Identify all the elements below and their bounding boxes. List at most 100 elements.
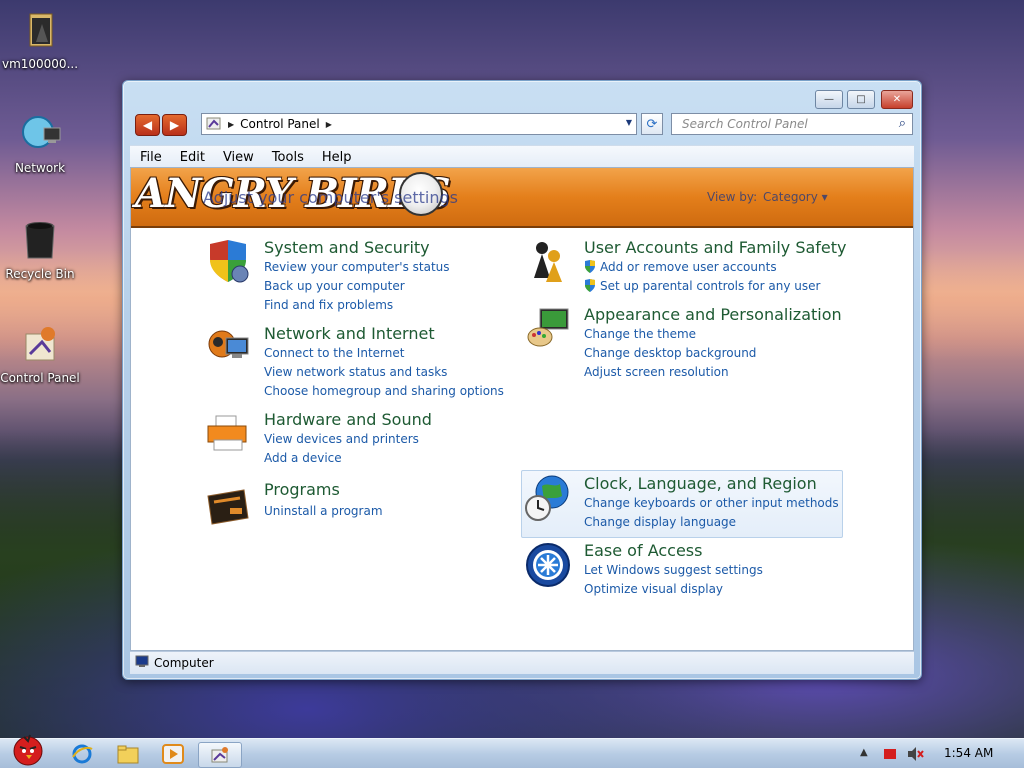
status-text: Computer bbox=[154, 656, 214, 670]
breadcrumb-arrow-icon[interactable]: ▶ bbox=[326, 120, 332, 129]
menu-view[interactable]: View bbox=[213, 150, 262, 165]
task-link[interactable]: Change display language bbox=[584, 515, 736, 529]
category-title[interactable]: Appearance and Personalization bbox=[584, 305, 842, 324]
task-link[interactable]: Change the theme bbox=[584, 327, 696, 341]
uac-shield-icon bbox=[585, 279, 595, 292]
taskbar-internet-explorer[interactable] bbox=[64, 742, 100, 766]
refresh-button[interactable]: ⟳ bbox=[641, 113, 663, 135]
taskbar-control-panel[interactable] bbox=[198, 742, 242, 768]
task-link[interactable]: Add or remove user accounts bbox=[584, 260, 777, 274]
uac-shield-icon bbox=[585, 260, 595, 273]
angry-bird-start-icon bbox=[13, 734, 43, 766]
programs-icon bbox=[204, 480, 252, 528]
task-link[interactable]: Uninstall a program bbox=[264, 504, 383, 518]
control-panel-icon bbox=[18, 322, 62, 366]
task-link[interactable]: Add a device bbox=[264, 451, 342, 465]
angry-birds-banner: ANGRY BIRDS Adjust your computer's setti… bbox=[131, 168, 913, 228]
category-title[interactable]: Clock, Language, and Region bbox=[584, 474, 817, 493]
category-title[interactable]: Network and Internet bbox=[264, 324, 435, 343]
task-link[interactable]: Change desktop background bbox=[584, 346, 756, 360]
internet-explorer-icon bbox=[72, 744, 93, 764]
taskbar-clock[interactable]: 1:54 AM bbox=[944, 746, 993, 760]
task-link[interactable]: Find and fix problems bbox=[264, 298, 393, 312]
ease-of-access-icon bbox=[524, 541, 572, 589]
content-pane: ANGRY BIRDS Adjust your computer's setti… bbox=[130, 167, 914, 651]
status-bar: Computer bbox=[130, 651, 914, 674]
media-player-icon bbox=[162, 744, 184, 764]
tray-flag-icon[interactable] bbox=[884, 749, 896, 759]
clock-globe-icon bbox=[524, 474, 572, 522]
menu-bar: File Edit View Tools Help bbox=[130, 145, 914, 168]
task-link[interactable]: Adjust screen resolution bbox=[584, 365, 729, 379]
appearance-icon bbox=[524, 305, 572, 353]
navigation-buttons: ◀ ▶ bbox=[135, 114, 187, 136]
breadcrumb-arrow-icon[interactable]: ▶ bbox=[228, 120, 234, 129]
desktop-icon-vm-folder[interactable]: vm100000... bbox=[0, 8, 80, 72]
view-by-label: View by: bbox=[707, 190, 758, 204]
control-panel-window: — □ ✕ ◀ ▶ ▶ Control Panel ▶ ▼ ⟳ Search C… bbox=[122, 80, 922, 680]
taskbar: ▲ 1:54 AM bbox=[0, 734, 1024, 768]
forward-button[interactable]: ▶ bbox=[162, 114, 187, 136]
forward-arrow-icon: ▶ bbox=[169, 118, 180, 132]
network-globe-icon bbox=[204, 324, 252, 372]
category-title[interactable]: Hardware and Sound bbox=[264, 410, 432, 429]
task-link[interactable]: Let Windows suggest settings bbox=[584, 563, 763, 577]
address-dropdown-icon[interactable]: ▼ bbox=[626, 118, 632, 127]
task-link[interactable]: Optimize visual display bbox=[584, 582, 723, 596]
start-button[interactable] bbox=[4, 731, 52, 767]
task-link[interactable]: Connect to the Internet bbox=[264, 346, 404, 360]
volume-muted-icon[interactable] bbox=[906, 745, 924, 766]
folder-icon bbox=[18, 8, 62, 52]
show-hidden-icons-arrow[interactable]: ▲ bbox=[860, 747, 868, 758]
maximize-button[interactable]: □ bbox=[847, 90, 875, 109]
minimize-icon: — bbox=[824, 94, 834, 105]
desktop-icon-label: Control Panel bbox=[0, 371, 80, 385]
task-link[interactable]: View network status and tasks bbox=[264, 365, 447, 379]
users-icon bbox=[524, 238, 572, 286]
task-link[interactable]: Choose homegroup and sharing options bbox=[264, 384, 504, 398]
back-button[interactable]: ◀ bbox=[135, 114, 160, 136]
back-arrow-icon: ◀ bbox=[142, 118, 153, 132]
address-bar[interactable]: ▶ Control Panel ▶ ▼ bbox=[201, 113, 637, 135]
task-link[interactable]: Review your computer's status bbox=[264, 260, 450, 274]
menu-edit[interactable]: Edit bbox=[170, 150, 213, 165]
task-link[interactable]: Change keyboards or other input methods bbox=[584, 496, 839, 510]
computer-icon bbox=[134, 655, 150, 672]
desktop-icon-network[interactable]: Network bbox=[0, 112, 80, 176]
taskbar-explorer[interactable] bbox=[110, 742, 146, 766]
search-input[interactable]: Search Control Panel ⌕ bbox=[671, 113, 913, 135]
desktop-icon-control-panel[interactable]: Control Panel bbox=[0, 322, 80, 386]
task-link[interactable]: View devices and printers bbox=[264, 432, 419, 446]
breadcrumb-control-panel[interactable]: Control Panel bbox=[240, 117, 320, 131]
search-icon[interactable]: ⌕ bbox=[899, 116, 906, 131]
recycle-bin-icon bbox=[18, 218, 62, 262]
category-title[interactable]: System and Security bbox=[264, 238, 430, 257]
desktop-icon-label: vm100000... bbox=[1, 57, 79, 71]
folder-icon bbox=[117, 745, 139, 764]
category-title[interactable]: User Accounts and Family Safety bbox=[584, 238, 847, 257]
category-title[interactable]: Ease of Access bbox=[584, 541, 702, 560]
menu-file[interactable]: File bbox=[130, 150, 170, 165]
refresh-icon: ⟳ bbox=[646, 116, 658, 132]
close-button[interactable]: ✕ bbox=[881, 90, 913, 109]
control-panel-small-icon bbox=[206, 115, 222, 134]
desktop-icon-label: Network bbox=[14, 161, 66, 175]
network-icon bbox=[18, 112, 62, 156]
task-link[interactable]: Set up parental controls for any user bbox=[584, 279, 820, 293]
menu-help[interactable]: Help bbox=[312, 150, 360, 165]
view-by-dropdown[interactable]: Category ▾ bbox=[763, 190, 828, 204]
desktop-icon-label: Recycle Bin bbox=[5, 267, 75, 281]
page-heading: Adjust your computer's settings bbox=[203, 188, 458, 207]
security-shield-icon bbox=[204, 238, 252, 286]
menu-tools[interactable]: Tools bbox=[262, 150, 312, 165]
category-title[interactable]: Programs bbox=[264, 480, 340, 499]
maximize-icon: □ bbox=[856, 94, 866, 105]
taskbar-media-player[interactable] bbox=[155, 742, 191, 766]
task-link[interactable]: Back up your computer bbox=[264, 279, 405, 293]
desktop: vm100000... Network Recycle Bin Control … bbox=[0, 0, 1024, 768]
desktop-icon-recycle-bin[interactable]: Recycle Bin bbox=[0, 218, 80, 282]
minimize-button[interactable]: — bbox=[815, 90, 843, 109]
control-panel-icon bbox=[211, 747, 228, 763]
printer-icon bbox=[204, 410, 252, 458]
search-placeholder: Search Control Panel bbox=[682, 117, 808, 131]
